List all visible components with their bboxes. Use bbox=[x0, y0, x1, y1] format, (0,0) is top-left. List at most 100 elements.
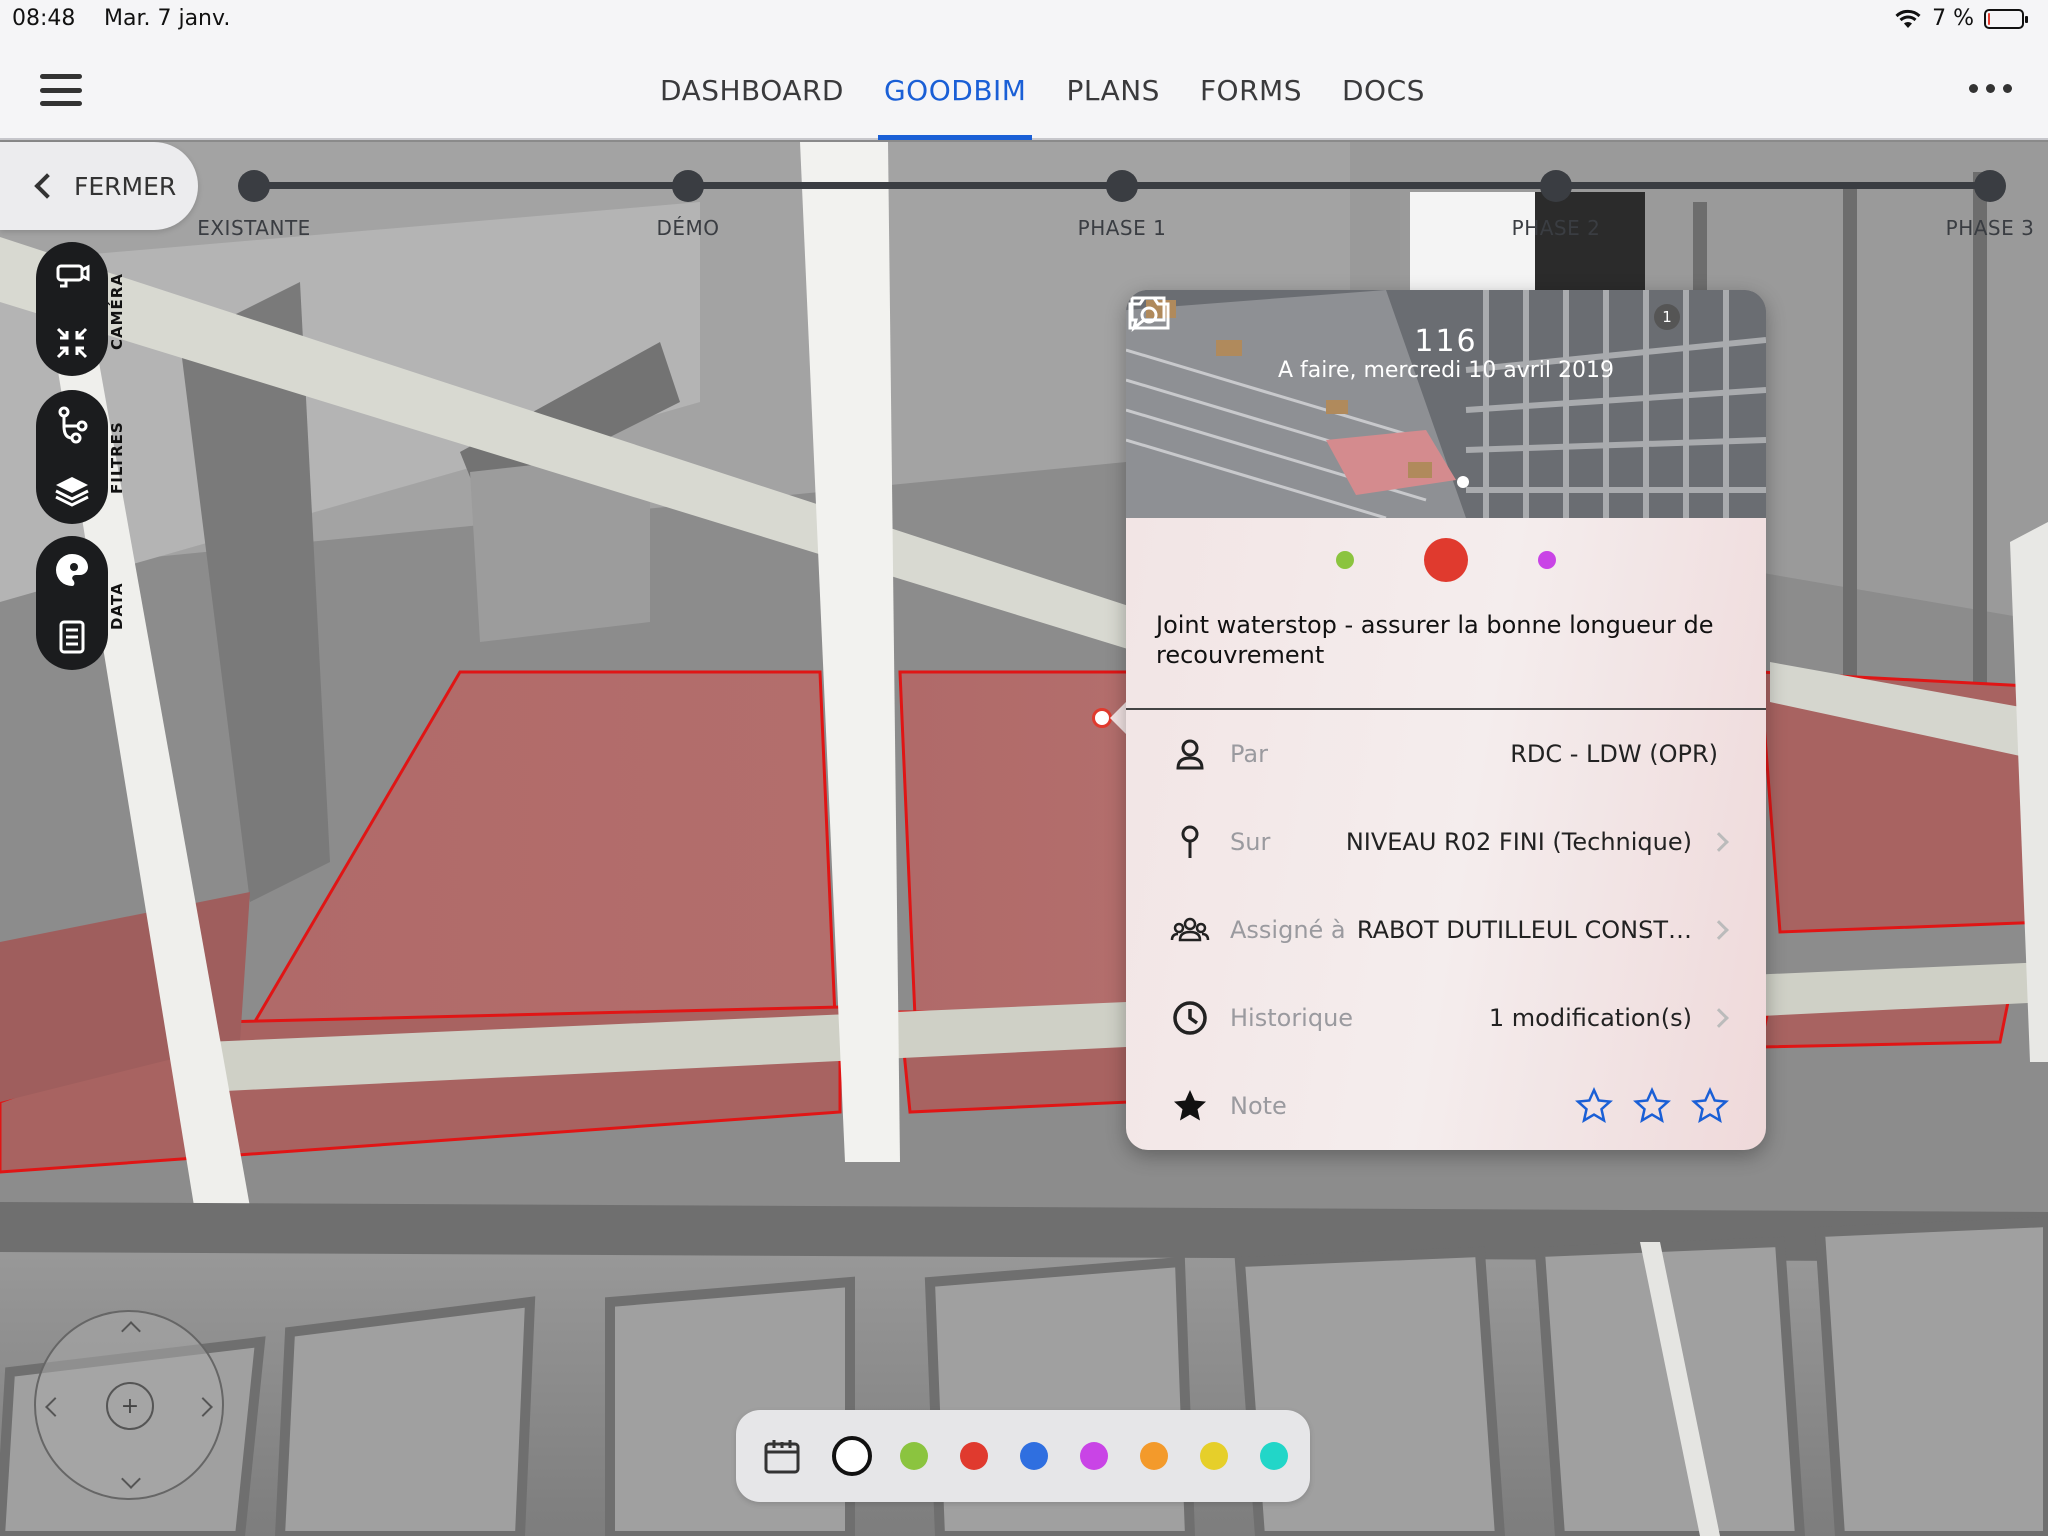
status-right: 7 % bbox=[1894, 6, 2028, 31]
issue-thumbnail[interactable]: 116 A faire, mercredi 10 avril 2019 1 bbox=[1126, 290, 1766, 518]
chevron-right-icon bbox=[1709, 1008, 1729, 1028]
star-outline-icon[interactable] bbox=[1632, 1086, 1672, 1126]
group-icon bbox=[1170, 917, 1210, 942]
color-swatch-none-selected[interactable] bbox=[832, 1436, 872, 1476]
pin-icon bbox=[1181, 825, 1199, 858]
color-toolbar bbox=[736, 1410, 1310, 1502]
hamburger-icon[interactable] bbox=[40, 74, 82, 106]
phase-label: PHASE 3 bbox=[1945, 216, 2035, 240]
camera-label: CAMÉRA bbox=[108, 273, 126, 350]
status-selector bbox=[1126, 538, 1766, 582]
status-dot-red-selected[interactable] bbox=[1424, 538, 1468, 582]
layers-icon[interactable] bbox=[52, 471, 92, 511]
issue-location-marker[interactable] bbox=[1092, 708, 1112, 728]
tab-plans[interactable]: PLANS bbox=[1046, 40, 1180, 140]
row-label: Assigné à bbox=[1230, 916, 1346, 944]
filters-label: FILTRES bbox=[108, 421, 126, 494]
row-location[interactable]: Sur NIVEAU R02 FINI (Technique) bbox=[1126, 798, 1766, 886]
issue-title: Joint waterstop - assurer la bonne longu… bbox=[1156, 611, 1714, 669]
battery-level bbox=[1988, 12, 1990, 25]
joystick-up-icon bbox=[121, 1321, 141, 1341]
star-outline-icon[interactable] bbox=[1574, 1086, 1614, 1126]
issue-card: 116 A faire, mercredi 10 avril 2019 1 Jo… bbox=[1126, 290, 1766, 1150]
phase-label: PHASE 2 bbox=[1511, 216, 1601, 240]
phase-label: PHASE 1 bbox=[1077, 216, 1167, 240]
phase-label: EXISTANTE bbox=[197, 216, 311, 240]
tab-docs[interactable]: DOCS bbox=[1322, 40, 1445, 140]
camera-icon[interactable] bbox=[1126, 290, 1172, 334]
row-author: Par RDC - LDW (OPR) bbox=[1126, 710, 1766, 798]
phase-dot[interactable] bbox=[238, 170, 270, 202]
row-assignee[interactable]: Assigné à RABOT DUTILLEUL CONST… bbox=[1126, 886, 1766, 974]
more-dots-icon[interactable] bbox=[1969, 84, 2012, 93]
phase-label: DÉMO bbox=[656, 216, 720, 240]
color-swatch-0[interactable] bbox=[900, 1442, 928, 1470]
row-label: Par bbox=[1230, 740, 1268, 768]
data-tools bbox=[36, 536, 108, 670]
star-outline-icon[interactable] bbox=[1690, 1086, 1730, 1126]
camera-tools bbox=[36, 242, 108, 376]
status-dot-green[interactable] bbox=[1336, 551, 1354, 569]
phase-dot[interactable] bbox=[672, 170, 704, 202]
joystick-left-icon bbox=[45, 1397, 65, 1417]
data-label: DATA bbox=[108, 582, 126, 630]
tab-dashboard[interactable]: DASHBOARD bbox=[640, 40, 864, 140]
row-value: 1 modification(s) bbox=[1488, 1004, 1692, 1032]
palette-icon[interactable] bbox=[52, 550, 92, 590]
chevron-right-icon bbox=[1709, 832, 1729, 852]
wifi-icon bbox=[1895, 9, 1921, 28]
top-nav: DASHBOARD GOODBIM PLANS FORMS DOCS bbox=[0, 40, 2048, 140]
status-bar: 08:48 Mar. 7 janv. 7 % bbox=[0, 0, 2048, 40]
color-swatch-4[interactable] bbox=[1140, 1442, 1168, 1470]
color-swatch-2[interactable] bbox=[1020, 1442, 1048, 1470]
color-swatch-1[interactable] bbox=[960, 1442, 988, 1470]
chevron-left-icon bbox=[34, 173, 60, 199]
phase-dot[interactable] bbox=[1106, 170, 1138, 202]
navigation-joystick[interactable]: + bbox=[34, 1310, 224, 1500]
phase-timeline: EXISTANTE DÉMO PHASE 1 PHASE 2 PHASE 3 bbox=[197, 170, 2034, 240]
tab-goodbim[interactable]: GOODBIM bbox=[864, 40, 1046, 140]
person-icon bbox=[1176, 739, 1204, 770]
row-value: RDC - LDW (OPR) bbox=[1510, 740, 1718, 768]
collapse-arrows-icon[interactable] bbox=[52, 323, 92, 363]
filter-tools bbox=[36, 390, 108, 524]
phase-3[interactable]: PHASE 3 bbox=[1870, 170, 2048, 240]
row-value: RABOT DUTILLEUL CONST… bbox=[1356, 916, 1692, 944]
row-label: Historique bbox=[1230, 1004, 1354, 1032]
joystick-down-icon bbox=[121, 1469, 141, 1489]
phase-1[interactable]: PHASE 1 bbox=[1002, 170, 1242, 240]
calendar-icon[interactable] bbox=[762, 1436, 802, 1476]
tab-forms[interactable]: FORMS bbox=[1180, 40, 1322, 140]
document-list-icon[interactable] bbox=[52, 617, 92, 657]
color-swatch-3[interactable] bbox=[1080, 1442, 1108, 1470]
color-swatch-6[interactable] bbox=[1260, 1442, 1288, 1470]
cctv-camera-icon[interactable] bbox=[52, 256, 92, 296]
star-filled-icon bbox=[1174, 1090, 1206, 1121]
row-label: Note bbox=[1230, 1092, 1287, 1120]
row-history[interactable]: Historique 1 modification(s) bbox=[1126, 974, 1766, 1062]
row-label: Sur bbox=[1230, 828, 1271, 856]
joystick-right-icon bbox=[193, 1397, 213, 1417]
phase-dot[interactable] bbox=[1974, 170, 2006, 202]
color-swatches bbox=[884, 1442, 1304, 1470]
status-date: Mar. 7 janv. bbox=[104, 6, 231, 31]
phase-dot[interactable] bbox=[1540, 170, 1572, 202]
battery-percent: 7 % bbox=[1932, 6, 1974, 31]
row-rating: Note bbox=[1126, 1062, 1766, 1150]
comment-count-badge: 1 bbox=[1654, 304, 1680, 330]
battery-icon bbox=[1984, 8, 2028, 29]
row-value: NIVEAU R02 FINI (Technique) bbox=[1345, 828, 1692, 856]
color-swatch-5[interactable] bbox=[1200, 1442, 1228, 1470]
status-dot-purple[interactable] bbox=[1538, 551, 1556, 569]
phase-2[interactable]: PHASE 2 bbox=[1436, 170, 1676, 240]
nav-tabs: DASHBOARD GOODBIM PLANS FORMS DOCS bbox=[640, 40, 1445, 140]
branch-filter-icon[interactable] bbox=[52, 404, 92, 444]
rating-stars bbox=[1574, 1086, 1730, 1126]
joystick-center-plus-icon[interactable]: + bbox=[106, 1382, 154, 1430]
phase-demo[interactable]: DÉMO bbox=[568, 170, 808, 240]
phase-existante[interactable]: EXISTANTE bbox=[134, 170, 374, 240]
clock-icon bbox=[1173, 1001, 1207, 1035]
status-time: 08:48 bbox=[12, 6, 76, 31]
chevron-right-icon bbox=[1709, 920, 1729, 940]
issue-status-date: A faire, mercredi 10 avril 2019 bbox=[1278, 358, 1614, 383]
